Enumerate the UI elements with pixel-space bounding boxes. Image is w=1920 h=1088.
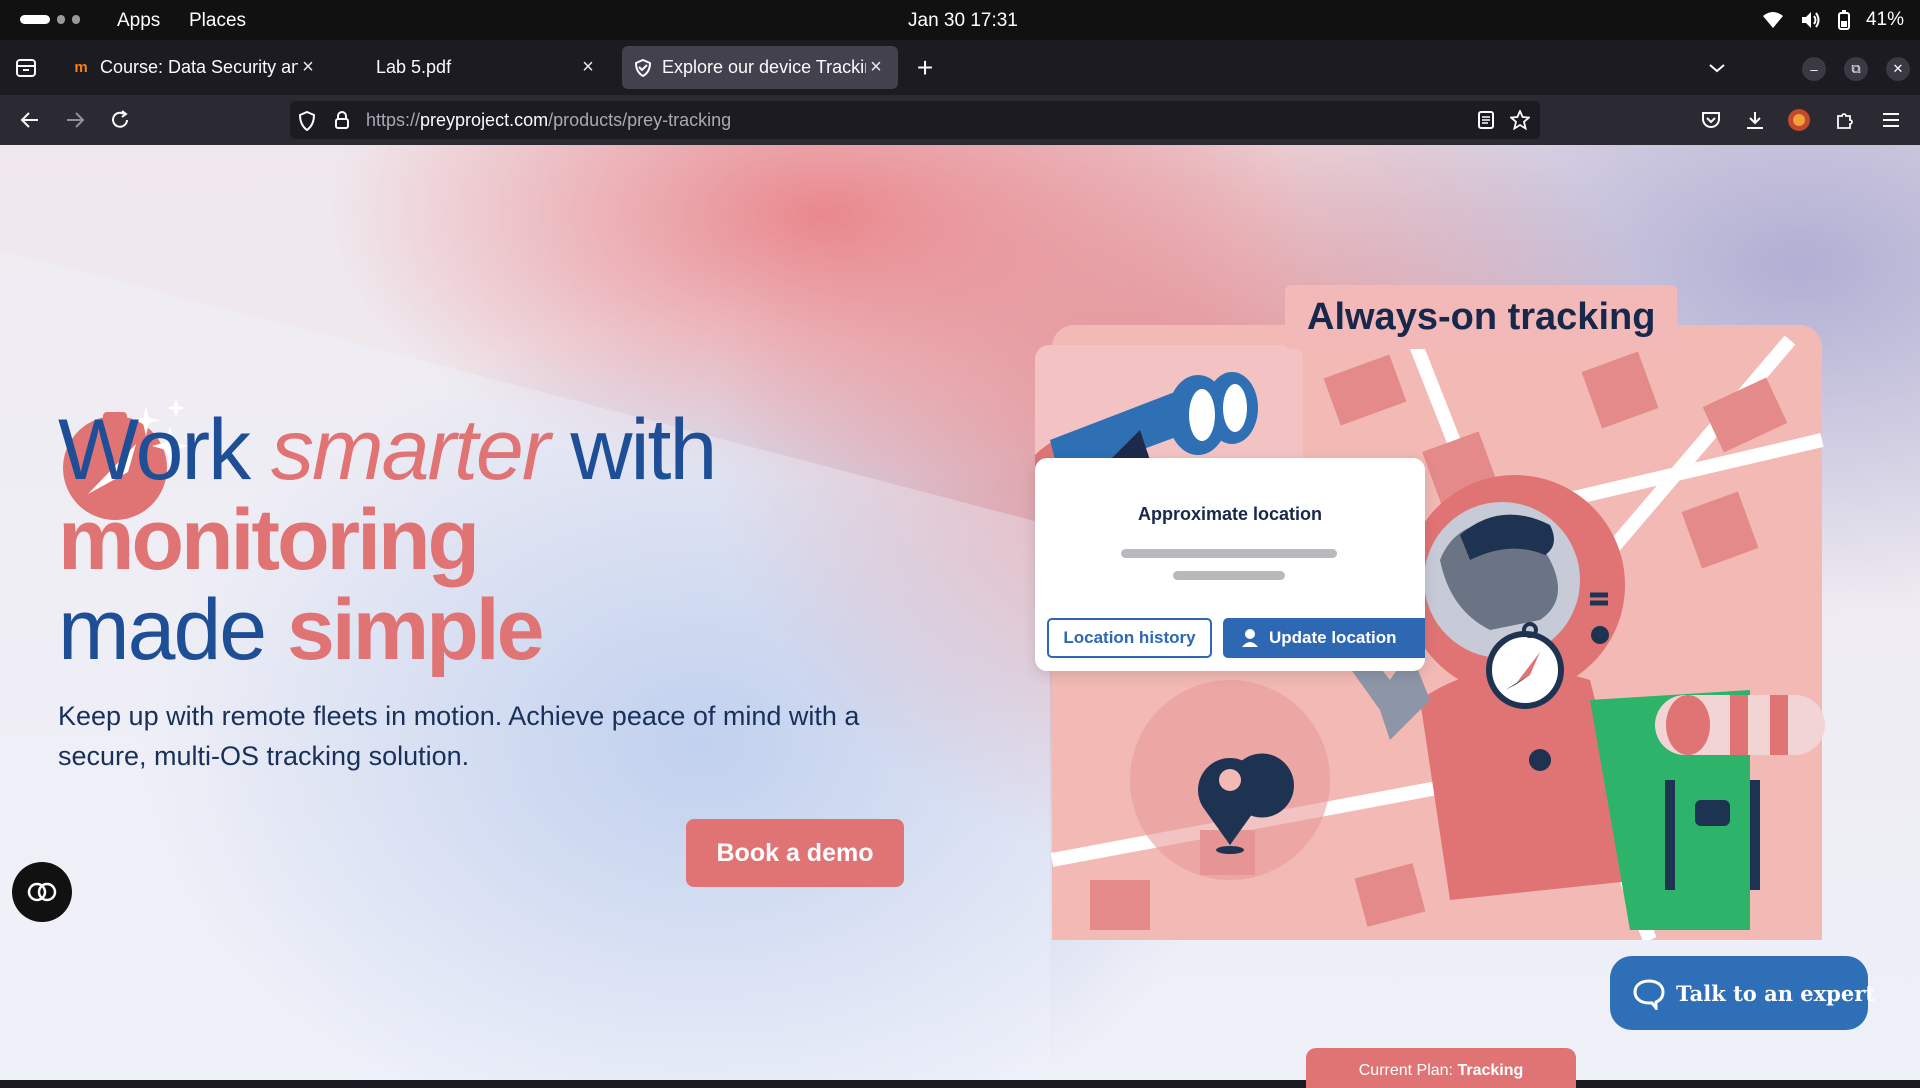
reader-view-icon[interactable] xyxy=(1478,111,1494,129)
window-list-icon xyxy=(16,59,36,77)
minimize-button[interactable]: – xyxy=(1802,57,1826,81)
heading-word-monitoring: monitoring xyxy=(58,492,480,588)
tab-strip: m Course: Data Security and × Lab 5.pdf … xyxy=(0,40,1920,95)
approximate-location-card: Approximate location Location history Up… xyxy=(1035,458,1425,671)
heading-word-with: with xyxy=(548,402,717,498)
pocket-button[interactable] xyxy=(1696,105,1726,135)
system-tray[interactable]: 41% xyxy=(1762,9,1904,31)
hamburger-icon xyxy=(1883,113,1899,127)
apps-menu[interactable]: Apps xyxy=(117,10,160,32)
heading-word-simple: simple xyxy=(287,582,544,678)
list-all-tabs-button[interactable] xyxy=(1702,54,1732,82)
restore-icon: ⧉ xyxy=(1851,61,1861,76)
tab-course[interactable]: m Course: Data Security and × xyxy=(60,46,330,89)
os-top-bar: Apps Places Jan 30 17:31 41% xyxy=(0,0,1920,40)
url-text[interactable]: https://preyproject.com/products/prey-tr… xyxy=(366,110,731,131)
close-icon: ✕ xyxy=(1892,61,1904,76)
reload-button[interactable] xyxy=(105,105,135,135)
forward-button[interactable] xyxy=(60,105,90,135)
placeholder-line xyxy=(1173,571,1285,580)
hero-subtitle: Keep up with remote fleets in motion. Ac… xyxy=(58,701,860,771)
talk-to-expert-button[interactable]: Talk to an expert xyxy=(1610,956,1875,1030)
maximize-button[interactable]: ⧉ xyxy=(1844,57,1868,81)
book-demo-button[interactable]: Book a demo xyxy=(686,819,904,887)
wifi-icon xyxy=(1762,12,1783,28)
new-tab-button[interactable]: + xyxy=(910,52,940,83)
minimize-icon: – xyxy=(1810,61,1818,77)
account-button[interactable] xyxy=(1784,105,1814,135)
heading-word-work: Work xyxy=(58,402,271,498)
tab-lab-pdf[interactable]: Lab 5.pdf × xyxy=(364,46,610,89)
accessibility-button[interactable] xyxy=(12,862,72,922)
placeholder-line xyxy=(1121,549,1337,558)
tab-prey-tracking[interactable]: Explore our device Tracking × xyxy=(622,46,898,89)
arrow-right-icon xyxy=(67,112,85,128)
bookmark-star-icon[interactable] xyxy=(1510,110,1530,130)
app-menu-button[interactable] xyxy=(1876,105,1906,135)
pocket-icon xyxy=(1702,112,1720,128)
close-window-button[interactable]: ✕ xyxy=(1886,57,1910,81)
accessibility-toggle-icon xyxy=(27,882,57,902)
tab-title: Course: Data Security and xyxy=(100,57,298,77)
close-icon[interactable]: × xyxy=(578,56,598,79)
location-history-button: Location history xyxy=(1047,618,1212,658)
close-icon[interactable]: × xyxy=(866,56,886,79)
user-pin-icon xyxy=(1242,629,1258,647)
extensions-button[interactable] xyxy=(1830,105,1860,135)
arrow-left-icon xyxy=(20,112,38,128)
always-on-tracking-label: Always-on tracking xyxy=(1285,285,1678,349)
clock[interactable]: Jan 30 17:31 xyxy=(908,10,1018,32)
close-icon[interactable]: × xyxy=(298,56,318,79)
tracking-protection-icon[interactable] xyxy=(298,111,316,131)
chat-bubble-icon xyxy=(1633,979,1665,1010)
avatar-icon xyxy=(1788,109,1810,131)
heading-word-made: made xyxy=(58,582,288,678)
moodle-icon: m xyxy=(74,59,88,76)
current-plan-badge: Current Plan: Tracking xyxy=(1306,1048,1576,1088)
workspace-indicator[interactable] xyxy=(20,15,80,24)
hero-heading: Work smarter with monitoring made simple xyxy=(58,402,717,678)
update-location-button: Update location xyxy=(1223,618,1425,658)
places-menu[interactable]: Places xyxy=(189,10,246,32)
battery-icon xyxy=(1837,10,1850,30)
chevron-down-icon xyxy=(1709,64,1725,73)
heading-word-smarter: smarter xyxy=(270,402,550,498)
plus-icon: + xyxy=(916,52,934,83)
prey-shield-icon xyxy=(634,58,652,77)
address-bar[interactable]: https://preyproject.com/products/prey-tr… xyxy=(290,101,1540,139)
reload-icon xyxy=(112,110,128,128)
tab-title: Explore our device Tracking xyxy=(662,57,866,77)
back-button[interactable] xyxy=(15,105,45,135)
tab-overview-button[interactable] xyxy=(12,54,40,82)
volume-icon xyxy=(1801,12,1820,28)
puzzle-icon xyxy=(1837,113,1853,129)
navigation-bar: https://preyproject.com/products/prey-tr… xyxy=(0,95,1920,145)
lock-icon[interactable] xyxy=(334,110,350,130)
tab-title: Lab 5.pdf xyxy=(376,57,452,77)
battery-percent: 41% xyxy=(1865,9,1904,30)
download-icon xyxy=(1747,112,1763,129)
card-title: Approximate location xyxy=(1137,504,1323,524)
downloads-button[interactable] xyxy=(1740,105,1770,135)
